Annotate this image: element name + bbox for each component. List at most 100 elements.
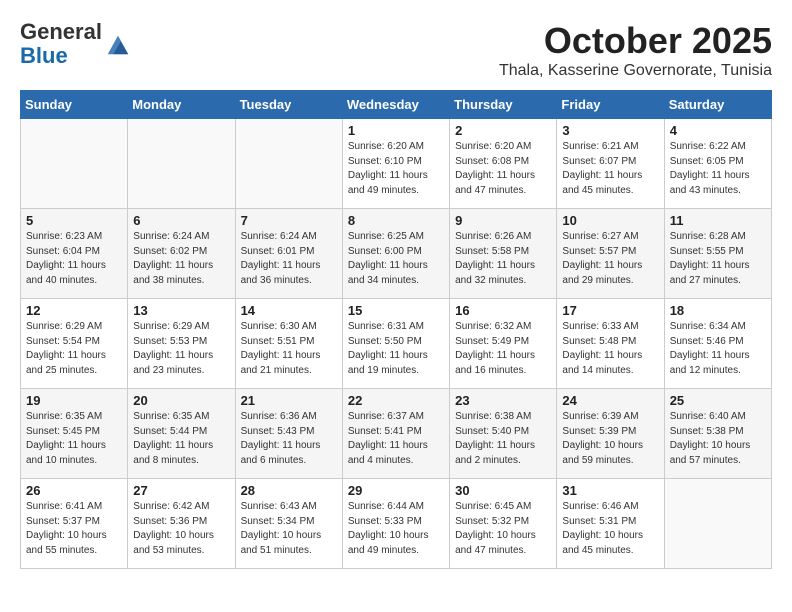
calendar-cell: 16Sunrise: 6:32 AM Sunset: 5:49 PM Dayli… — [450, 299, 557, 389]
day-number: 24 — [562, 393, 658, 408]
calendar-cell: 11 Sunrise: 6:28 AM Sunset: 5:55 PM Dayli… — [664, 209, 771, 299]
day-info: Sunrise: 6:35 AM Sunset: 5:44 PM Dayligh… — [133, 410, 229, 468]
day-number: 26 — [26, 483, 122, 498]
day-info: Sunrise: 6:27 AM Sunset: 5:57 PM Dayligh… — [562, 230, 658, 288]
day-number: 15 — [348, 303, 444, 318]
calendar-cell: 14 Sunrise: 6:30 AM Sunset: 5:51 PM Dayli… — [235, 299, 342, 389]
day-info: Sunrise: 6:37 AM Sunset: 5:41 PM Dayligh… — [348, 410, 444, 468]
day-number: 18 — [670, 303, 766, 318]
calendar-cell: 10 Sunrise: 6:27 AM Sunset: 5:57 PM Dayli… — [557, 209, 664, 299]
day-number: 29 — [348, 483, 444, 498]
weekday-header-cell: Saturday — [664, 91, 771, 119]
day-number: 14 — [241, 303, 337, 318]
calendar-body: 1 Sunrise: 6:20 AM Sunset: 6:10 PM Daylig… — [21, 119, 772, 569]
day-number: 1 — [348, 123, 444, 138]
day-number: 9 — [455, 213, 551, 228]
day-info: Sunrise: 6:42 AM Sunset: 5:36 PM Dayligh… — [133, 500, 229, 558]
day-number: 16 — [455, 303, 551, 318]
page-header: General Blue October 2025 Thala, Kasseri… — [20, 20, 772, 80]
calendar-cell: 1 Sunrise: 6:20 AM Sunset: 6:10 PM Daylig… — [342, 119, 449, 209]
day-info: Sunrise: 6:31 AM Sunset: 5:50 PM Dayligh… — [348, 320, 444, 378]
calendar-cell: 30Sunrise: 6:45 AM Sunset: 5:32 PM Dayli… — [450, 479, 557, 569]
day-info: Sunrise: 6:46 AM Sunset: 5:31 PM Dayligh… — [562, 500, 658, 558]
calendar-week-row: 26Sunrise: 6:41 AM Sunset: 5:37 PM Dayli… — [21, 479, 772, 569]
day-number: 17 — [562, 303, 658, 318]
day-info: Sunrise: 6:23 AM Sunset: 6:04 PM Dayligh… — [26, 230, 122, 288]
calendar-table: SundayMondayTuesdayWednesdayThursdayFrid… — [20, 90, 772, 569]
calendar-cell: 6 Sunrise: 6:24 AM Sunset: 6:02 PM Daylig… — [128, 209, 235, 299]
logo: General Blue — [20, 20, 132, 68]
calendar-cell — [21, 119, 128, 209]
calendar-cell: 19Sunrise: 6:35 AM Sunset: 5:45 PM Dayli… — [21, 389, 128, 479]
calendar-cell — [128, 119, 235, 209]
day-number: 23 — [455, 393, 551, 408]
calendar-cell: 21 Sunrise: 6:36 AM Sunset: 5:43 PM Dayli… — [235, 389, 342, 479]
calendar-cell: 4Sunrise: 6:22 AM Sunset: 6:05 PM Daylig… — [664, 119, 771, 209]
calendar-cell: 12Sunrise: 6:29 AM Sunset: 5:54 PM Dayli… — [21, 299, 128, 389]
calendar-cell: 27 Sunrise: 6:42 AM Sunset: 5:36 PM Dayli… — [128, 479, 235, 569]
day-number: 20 — [133, 393, 229, 408]
location-title: Thala, Kasserine Governorate, Tunisia — [499, 62, 772, 80]
day-number: 25 — [670, 393, 766, 408]
day-info: Sunrise: 6:43 AM Sunset: 5:34 PM Dayligh… — [241, 500, 337, 558]
logo-icon — [104, 30, 132, 58]
day-number: 10 — [562, 213, 658, 228]
day-info: Sunrise: 6:40 AM Sunset: 5:38 PM Dayligh… — [670, 410, 766, 468]
day-number: 27 — [133, 483, 229, 498]
calendar-cell: 17 Sunrise: 6:33 AM Sunset: 5:48 PM Dayli… — [557, 299, 664, 389]
weekday-header-cell: Friday — [557, 91, 664, 119]
weekday-header-row: SundayMondayTuesdayWednesdayThursdayFrid… — [21, 91, 772, 119]
day-number: 11 — [670, 213, 766, 228]
calendar-cell: 13 Sunrise: 6:29 AM Sunset: 5:53 PM Dayli… — [128, 299, 235, 389]
day-number: 21 — [241, 393, 337, 408]
day-info: Sunrise: 6:29 AM Sunset: 5:53 PM Dayligh… — [133, 320, 229, 378]
month-title: October 2025 — [499, 20, 772, 62]
day-number: 6 — [133, 213, 229, 228]
calendar-cell: 26Sunrise: 6:41 AM Sunset: 5:37 PM Dayli… — [21, 479, 128, 569]
day-info: Sunrise: 6:25 AM Sunset: 6:00 PM Dayligh… — [348, 230, 444, 288]
weekday-header-cell: Wednesday — [342, 91, 449, 119]
day-number: 22 — [348, 393, 444, 408]
logo-general: General — [20, 19, 102, 44]
day-info: Sunrise: 6:38 AM Sunset: 5:40 PM Dayligh… — [455, 410, 551, 468]
weekday-header-cell: Sunday — [21, 91, 128, 119]
weekday-header-cell: Monday — [128, 91, 235, 119]
day-info: Sunrise: 6:30 AM Sunset: 5:51 PM Dayligh… — [241, 320, 337, 378]
calendar-cell: 23 Sunrise: 6:38 AM Sunset: 5:40 PM Dayli… — [450, 389, 557, 479]
day-number: 2 — [455, 123, 551, 138]
day-info: Sunrise: 6:28 AM Sunset: 5:55 PM Dayligh… — [670, 230, 766, 288]
day-info: Sunrise: 6:24 AM Sunset: 6:02 PM Dayligh… — [133, 230, 229, 288]
day-info: Sunrise: 6:20 AM Sunset: 6:08 PM Dayligh… — [455, 140, 551, 198]
day-number: 8 — [348, 213, 444, 228]
day-info: Sunrise: 6:21 AM Sunset: 6:07 PM Dayligh… — [562, 140, 658, 198]
day-info: Sunrise: 6:29 AM Sunset: 5:54 PM Dayligh… — [26, 320, 122, 378]
day-info: Sunrise: 6:22 AM Sunset: 6:05 PM Dayligh… — [670, 140, 766, 198]
calendar-cell: 24Sunrise: 6:39 AM Sunset: 5:39 PM Dayli… — [557, 389, 664, 479]
calendar-cell: 18 Sunrise: 6:34 AM Sunset: 5:46 PM Dayli… — [664, 299, 771, 389]
day-info: Sunrise: 6:20 AM Sunset: 6:10 PM Dayligh… — [348, 140, 444, 198]
calendar-week-row: 12Sunrise: 6:29 AM Sunset: 5:54 PM Dayli… — [21, 299, 772, 389]
day-info: Sunrise: 6:24 AM Sunset: 6:01 PM Dayligh… — [241, 230, 337, 288]
logo-blue: Blue — [20, 43, 68, 68]
calendar-cell: 28Sunrise: 6:43 AM Sunset: 5:34 PM Dayli… — [235, 479, 342, 569]
calendar-cell: 15 Sunrise: 6:31 AM Sunset: 5:50 PM Dayli… — [342, 299, 449, 389]
calendar-cell: 9 Sunrise: 6:26 AM Sunset: 5:58 PM Daylig… — [450, 209, 557, 299]
weekday-header-cell: Tuesday — [235, 91, 342, 119]
calendar-cell: 3 Sunrise: 6:21 AM Sunset: 6:07 PM Daylig… — [557, 119, 664, 209]
calendar-cell — [235, 119, 342, 209]
calendar-cell: 25 Sunrise: 6:40 AM Sunset: 5:38 PM Dayli… — [664, 389, 771, 479]
calendar-week-row: 5 Sunrise: 6:23 AM Sunset: 6:04 PM Daylig… — [21, 209, 772, 299]
day-info: Sunrise: 6:36 AM Sunset: 5:43 PM Dayligh… — [241, 410, 337, 468]
day-info: Sunrise: 6:26 AM Sunset: 5:58 PM Dayligh… — [455, 230, 551, 288]
day-info: Sunrise: 6:35 AM Sunset: 5:45 PM Dayligh… — [26, 410, 122, 468]
calendar-cell: 5 Sunrise: 6:23 AM Sunset: 6:04 PM Daylig… — [21, 209, 128, 299]
day-info: Sunrise: 6:33 AM Sunset: 5:48 PM Dayligh… — [562, 320, 658, 378]
day-info: Sunrise: 6:34 AM Sunset: 5:46 PM Dayligh… — [670, 320, 766, 378]
day-number: 5 — [26, 213, 122, 228]
calendar-cell — [664, 479, 771, 569]
day-number: 7 — [241, 213, 337, 228]
day-number: 13 — [133, 303, 229, 318]
calendar-cell: 22 Sunrise: 6:37 AM Sunset: 5:41 PM Dayli… — [342, 389, 449, 479]
day-number: 3 — [562, 123, 658, 138]
day-info: Sunrise: 6:45 AM Sunset: 5:32 PM Dayligh… — [455, 500, 551, 558]
